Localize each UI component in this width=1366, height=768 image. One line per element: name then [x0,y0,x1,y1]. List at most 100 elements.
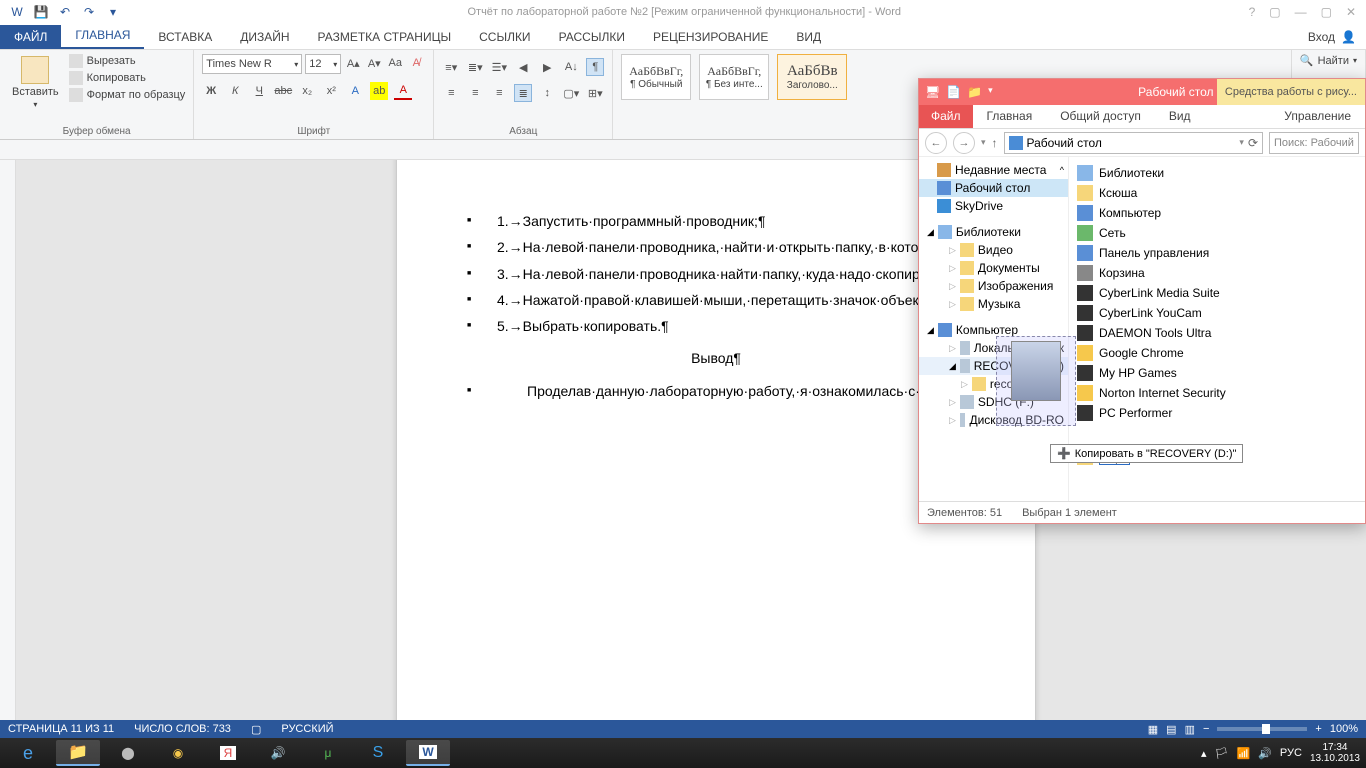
taskbar-yandex[interactable]: Я [206,740,250,766]
taskbar-audio[interactable]: 🔊 [256,740,300,766]
change-case-icon[interactable]: Aa [386,54,404,72]
content-item[interactable]: CyberLink Media Suite [1073,283,1361,303]
underline-button[interactable]: Ч [250,82,268,100]
vertical-ruler[interactable] [0,160,16,720]
conclusion-text[interactable]: Проделав·данную·лабораторную·работу,·я·о… [497,381,965,401]
list-item[interactable]: 3.→На·левой·панели·проводника·найти·папк… [467,264,965,284]
find-button[interactable]: 🔍Найти▾ [1300,54,1357,67]
new-folder-icon[interactable]: 📁 [967,85,982,99]
list-item[interactable]: 4.→Нажатой·правой·клавишей·мыши,·перетащ… [467,290,965,310]
numbering-icon[interactable]: ≣▾ [466,58,484,76]
show-marks-icon[interactable]: ¶ [586,58,604,76]
format-painter-button[interactable]: Формат по образцу [69,88,186,102]
explorer-tab-share[interactable]: Общий доступ [1046,105,1155,128]
tab-view[interactable]: ВИД [782,25,835,49]
up-button[interactable]: ↑ [992,136,998,150]
zoom-slider[interactable] [1217,727,1307,731]
help-icon[interactable]: ? [1249,5,1256,19]
page-indicator[interactable]: СТРАНИЦА 11 ИЗ 11 [8,723,114,735]
tree-video[interactable]: ▷Видео [919,241,1068,259]
read-mode-icon[interactable]: ▦ [1148,723,1158,736]
language-indicator[interactable]: РУССКИЙ [281,723,333,735]
search-input[interactable]: Поиск: Рабочий [1269,132,1359,154]
tab-insert[interactable]: ВСТАВКА [144,25,226,49]
content-item[interactable]: Ксюша [1073,183,1361,203]
qat-dropdown-icon[interactable]: ▾ [106,5,120,19]
proofing-icon[interactable]: ▢ [251,723,261,736]
tray-wifi-icon[interactable]: 📶 [1237,747,1251,760]
tree-recovery-d[interactable]: ◢RECOVERY (D:) [919,357,1068,375]
tree-libraries[interactable]: ◢Библиотеки [919,223,1068,241]
word-count[interactable]: ЧИСЛО СЛОВ: 733 [134,723,231,735]
align-center-icon[interactable]: ≡ [466,84,484,102]
align-left-icon[interactable]: ≡ [442,84,460,102]
forward-button[interactable]: → [953,132,975,154]
tab-review[interactable]: РЕЦЕНЗИРОВАНИЕ [639,25,782,49]
decrease-indent-icon[interactable]: ◀ [514,58,532,76]
font-name-select[interactable]: Times New R▾ [202,54,302,74]
italic-button[interactable]: К [226,82,244,100]
tray-clock[interactable]: 17:34 13.10.2013 [1310,742,1360,764]
increase-indent-icon[interactable]: ▶ [538,58,556,76]
conclusion-heading[interactable]: Вывод¶ [467,348,965,368]
zoom-level[interactable]: 100% [1330,723,1358,735]
cut-button[interactable]: Вырезать [69,54,186,68]
explorer-tree[interactable]: Недавние места^ Рабочий стол SkyDrive ◢Б… [919,157,1069,501]
content-item[interactable]: Google Chrome [1073,343,1361,363]
content-item[interactable]: Корзина [1073,263,1361,283]
taskbar-utorrent[interactable]: μ [306,740,350,766]
content-item[interactable]: Библиотеки [1073,163,1361,183]
multilevel-icon[interactable]: ☰▾ [490,58,508,76]
tree-recent[interactable]: Недавние места^ [919,161,1068,179]
taskbar-hp[interactable]: ⬤ [106,740,150,766]
explorer-tab-view[interactable]: Вид [1155,105,1205,128]
tree-computer[interactable]: ◢Компьютер [919,321,1068,339]
style-normal[interactable]: АаБбВвГг,¶ Обычный [621,54,691,100]
tree-music[interactable]: ▷Музыка [919,295,1068,313]
line-spacing-icon[interactable]: ↕ [538,84,556,102]
style-heading[interactable]: АаБбВвЗаголово... [777,54,847,100]
font-color-icon[interactable]: A [394,82,412,100]
grow-font-icon[interactable]: A▴ [344,54,362,72]
taskbar-explorer[interactable]: 📁 [56,740,100,766]
tree-local-disk[interactable]: ▷Локальный диск [919,339,1068,357]
zoom-thumb[interactable] [1262,724,1270,734]
tab-file[interactable]: ФАЙЛ [0,25,61,49]
save-icon[interactable]: 💾 [34,5,48,19]
content-item[interactable]: Norton Internet Security [1073,383,1361,403]
tree-desktop[interactable]: Рабочий стол [919,179,1068,197]
taskbar-ie[interactable]: e [6,740,50,766]
text-effects-icon[interactable]: A [346,82,364,100]
close-icon[interactable]: ✕ [1346,5,1356,19]
highlight-icon[interactable]: ab [370,82,388,100]
align-right-icon[interactable]: ≡ [490,84,508,102]
content-item[interactable]: Панель управления [1073,243,1361,263]
minimize-icon[interactable]: — [1295,5,1307,19]
login-link[interactable]: Вход 👤 [1298,25,1366,49]
tab-mailings[interactable]: РАССЫЛКИ [545,25,639,49]
web-layout-icon[interactable]: ▥ [1185,723,1195,736]
font-size-select[interactable]: 12▾ [305,54,341,74]
sort-icon[interactable]: A↓ [562,58,580,76]
content-item[interactable]: My HP Games [1073,363,1361,383]
justify-icon[interactable]: ≣ [514,84,532,102]
zoom-in-icon[interactable]: + [1315,723,1321,735]
tree-bdrom[interactable]: ▷Дисковод BD-RO [919,411,1068,429]
tree-skydrive[interactable]: SkyDrive [919,197,1068,215]
borders-icon[interactable]: ⊞▾ [586,84,604,102]
content-item[interactable]: Компьютер [1073,203,1361,223]
content-item[interactable]: Сеть [1073,223,1361,243]
copy-button[interactable]: Копировать [69,71,186,85]
tab-references[interactable]: ССЫЛКИ [465,25,544,49]
tray-language[interactable]: РУС [1280,747,1302,759]
explorer-tab-home[interactable]: Главная [973,105,1047,128]
tree-images[interactable]: ▷Изображения [919,277,1068,295]
explorer-tab-manage[interactable]: Управление [1270,105,1365,128]
list-item[interactable]: 1.→Запустить·программный·проводник;¶ [467,211,965,231]
tree-documents[interactable]: ▷Документы [919,259,1068,277]
shrink-font-icon[interactable]: A▾ [365,54,383,72]
explorer-tab-file[interactable]: Файл [919,105,973,128]
list-item[interactable]: 2.→На·левой·панели·проводника,·найти·и·о… [467,237,965,257]
properties-icon[interactable]: 📄 [946,85,961,99]
subscript-button[interactable]: x₂ [298,82,316,100]
